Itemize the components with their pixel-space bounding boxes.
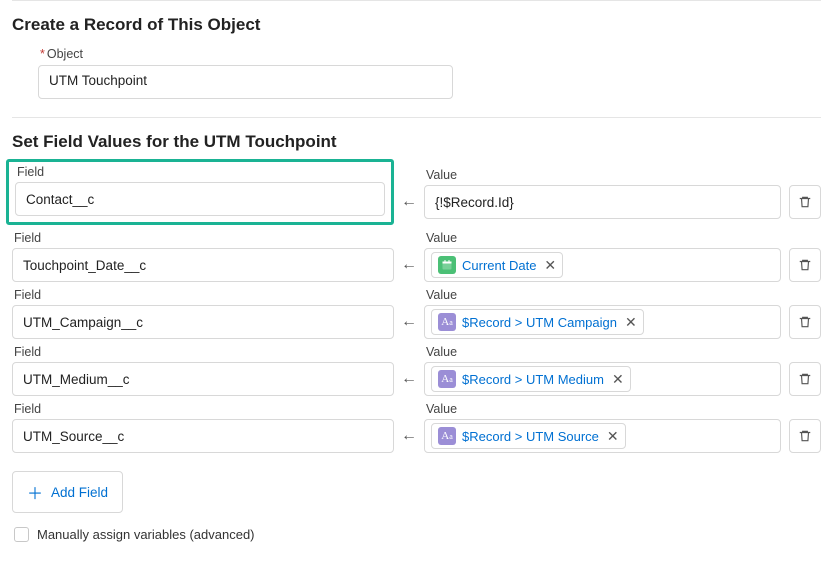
arrow-left-icon: ←: [401, 313, 417, 330]
field-input[interactable]: Contact__c: [15, 182, 385, 216]
delete-row-button[interactable]: [789, 362, 821, 396]
arrow-left-icon: ←: [401, 193, 417, 210]
trash-icon: [798, 429, 812, 443]
value-label: Value: [426, 288, 781, 302]
delete-row-button[interactable]: [789, 419, 821, 453]
field-input[interactable]: UTM_Campaign__c: [12, 305, 394, 339]
trash-icon: [798, 315, 812, 329]
calendar-icon: [438, 256, 456, 274]
arrow-left-icon: ←: [401, 256, 417, 273]
section-title-create: Create a Record of This Object: [12, 5, 821, 45]
value-pill[interactable]: Aa $Record > UTM Campaign ✕: [431, 309, 644, 335]
section-title-setvalues: Set Field Values for the UTM Touchpoint: [12, 122, 821, 162]
text-type-icon: Aa: [438, 313, 456, 331]
add-field-button[interactable]: ＋ Add Field: [12, 471, 123, 513]
delete-row-button[interactable]: [789, 248, 821, 282]
delete-row-button[interactable]: [789, 305, 821, 339]
remove-pill-icon[interactable]: ✕: [544, 257, 556, 274]
trash-icon: [798, 258, 812, 272]
trash-icon: [798, 195, 812, 209]
field-label: Field: [14, 402, 394, 416]
arrow-left-icon: ←: [401, 370, 417, 387]
value-pill[interactable]: Current Date ✕: [431, 252, 563, 278]
manual-assign-label: Manually assign variables (advanced): [37, 527, 255, 542]
value-input[interactable]: Aa $Record > UTM Source ✕: [424, 419, 781, 453]
field-label: Field: [14, 231, 394, 245]
arrow-left-icon: ←: [401, 427, 417, 444]
remove-pill-icon[interactable]: ✕: [607, 428, 619, 445]
value-label: Value: [426, 345, 781, 359]
value-input[interactable]: Aa $Record > UTM Medium ✕: [424, 362, 781, 396]
remove-pill-icon[interactable]: ✕: [625, 314, 637, 331]
plus-icon: ＋: [27, 480, 43, 504]
object-label: *Object: [40, 47, 821, 61]
required-star: *: [40, 47, 45, 61]
manual-assign-checkbox[interactable]: [14, 527, 29, 542]
value-label: Value: [426, 168, 781, 182]
delete-row-button[interactable]: [789, 185, 821, 219]
highlighted-field-box: Field Contact__c: [6, 159, 394, 225]
object-input[interactable]: UTM Touchpoint: [38, 65, 453, 99]
trash-icon: [798, 372, 812, 386]
field-label: Field: [14, 288, 394, 302]
remove-pill-icon[interactable]: ✕: [612, 371, 624, 388]
field-input[interactable]: UTM_Medium__c: [12, 362, 394, 396]
text-type-icon: Aa: [438, 370, 456, 388]
value-input[interactable]: Aa $Record > UTM Campaign ✕: [424, 305, 781, 339]
value-input[interactable]: Current Date ✕: [424, 248, 781, 282]
value-input[interactable]: {!$Record.Id}: [424, 185, 781, 219]
value-label: Value: [426, 402, 781, 416]
field-input[interactable]: UTM_Source__c: [12, 419, 394, 453]
value-pill[interactable]: Aa $Record > UTM Source ✕: [431, 423, 626, 449]
value-pill[interactable]: Aa $Record > UTM Medium ✕: [431, 366, 631, 392]
field-label: Field: [17, 165, 385, 179]
field-label: Field: [14, 345, 394, 359]
text-type-icon: Aa: [438, 427, 456, 445]
value-label: Value: [426, 231, 781, 245]
field-input[interactable]: Touchpoint_Date__c: [12, 248, 394, 282]
